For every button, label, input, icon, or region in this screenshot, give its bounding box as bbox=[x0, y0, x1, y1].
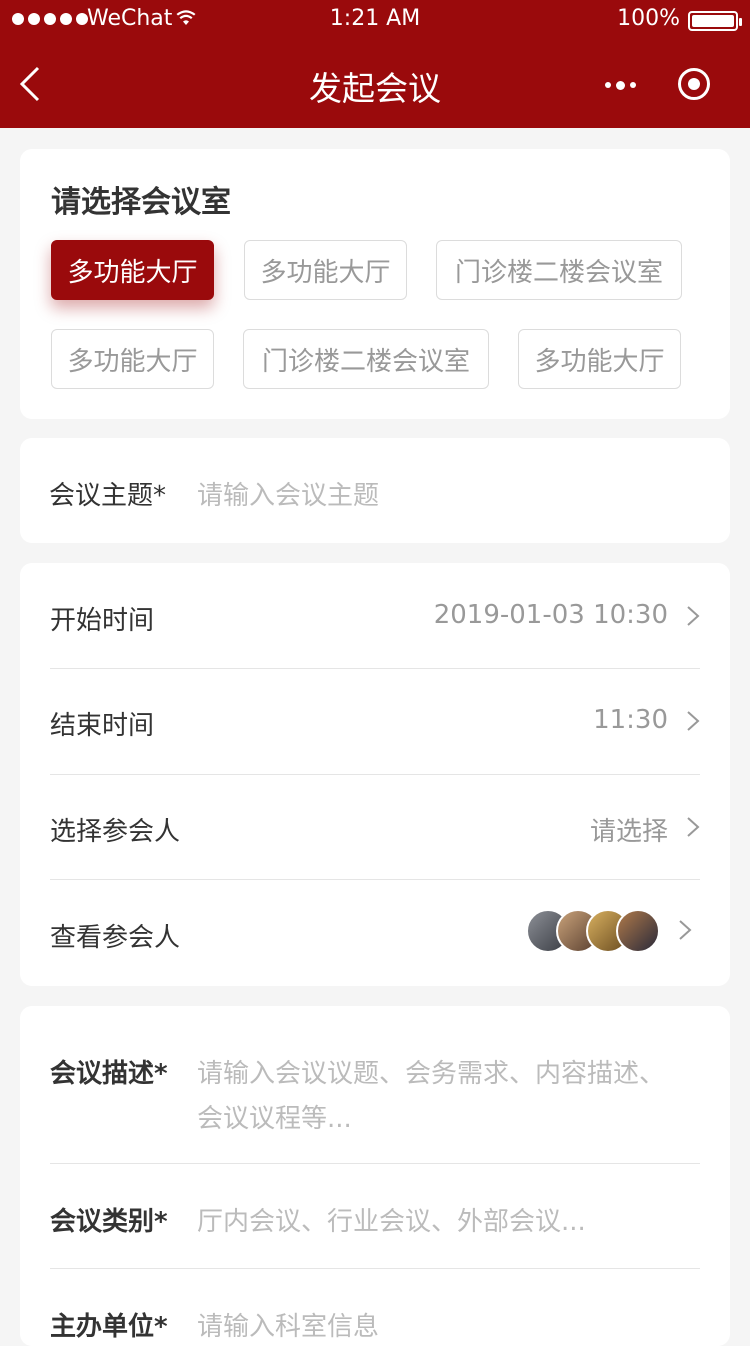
divider bbox=[50, 879, 700, 880]
room-chip[interactable]: 多功能大厅 bbox=[518, 329, 681, 389]
battery-icon bbox=[688, 11, 742, 31]
description-label: 会议描述* bbox=[50, 1059, 168, 1089]
details-card: 会议描述* 请输入会议议题、会务需求、内容描述、 会议议程等... 会议类别* … bbox=[20, 1006, 730, 1346]
room-select-card: 请选择会议室 多功能大厅 多功能大厅 门诊楼二楼会议室 多功能大厅 门诊楼二楼会… bbox=[20, 149, 730, 419]
room-chip[interactable]: 多功能大厅 bbox=[51, 240, 214, 300]
description-input-line2[interactable]: 会议议程等... bbox=[197, 1098, 352, 1135]
more-icon[interactable] bbox=[600, 70, 640, 100]
select-participants-label: 选择参会人 bbox=[50, 817, 181, 847]
select-participants-value[interactable]: 请选择 bbox=[590, 811, 668, 848]
divider bbox=[50, 1268, 700, 1269]
participant-avatars[interactable] bbox=[526, 909, 660, 953]
chevron-right-icon bbox=[687, 606, 700, 626]
room-section-title: 请选择会议室 bbox=[51, 185, 231, 220]
subject-input[interactable]: 请输入会议主题 bbox=[197, 475, 379, 512]
room-chip[interactable]: 门诊楼二楼会议室 bbox=[243, 329, 489, 389]
nav-bar: 发起会议 bbox=[0, 40, 750, 128]
category-input[interactable]: 厅内会议、行业会议、外部会议... bbox=[197, 1201, 586, 1238]
view-participants-label: 查看参会人 bbox=[50, 923, 181, 953]
divider bbox=[50, 668, 700, 669]
battery-percent: 100% bbox=[617, 6, 680, 31]
schedule-card: 开始时间 2019-01-03 10:30 结束时间 11:30 选择参会人 请… bbox=[20, 563, 730, 986]
divider bbox=[50, 774, 700, 775]
chevron-right-icon bbox=[687, 817, 700, 837]
end-time-value[interactable]: 11:30 bbox=[593, 705, 668, 735]
room-chip[interactable]: 门诊楼二楼会议室 bbox=[436, 240, 682, 300]
description-input[interactable]: 请输入会议议题、会务需求、内容描述、 bbox=[197, 1053, 665, 1090]
start-time-value[interactable]: 2019-01-03 10:30 bbox=[434, 600, 668, 630]
app-header: WeChat 1:21 AM 100% 发起会议 bbox=[0, 0, 750, 128]
avatar bbox=[616, 909, 660, 953]
organizer-label: 主办单位* bbox=[50, 1312, 168, 1342]
room-chip[interactable]: 多功能大厅 bbox=[244, 240, 407, 300]
room-chip[interactable]: 多功能大厅 bbox=[51, 329, 214, 389]
organizer-input[interactable]: 请输入科室信息 bbox=[197, 1306, 379, 1343]
chevron-right-icon bbox=[679, 920, 692, 940]
category-label: 会议类别* bbox=[50, 1207, 168, 1237]
divider bbox=[50, 1163, 700, 1164]
subject-card: 会议主题* 请输入会议主题 bbox=[20, 438, 730, 543]
chevron-right-icon bbox=[687, 711, 700, 731]
close-miniprogram-icon[interactable] bbox=[678, 68, 710, 100]
end-time-label: 结束时间 bbox=[50, 711, 155, 741]
subject-label: 会议主题* bbox=[49, 481, 167, 511]
start-time-label: 开始时间 bbox=[50, 606, 155, 636]
status-bar: WeChat 1:21 AM 100% bbox=[0, 0, 750, 40]
